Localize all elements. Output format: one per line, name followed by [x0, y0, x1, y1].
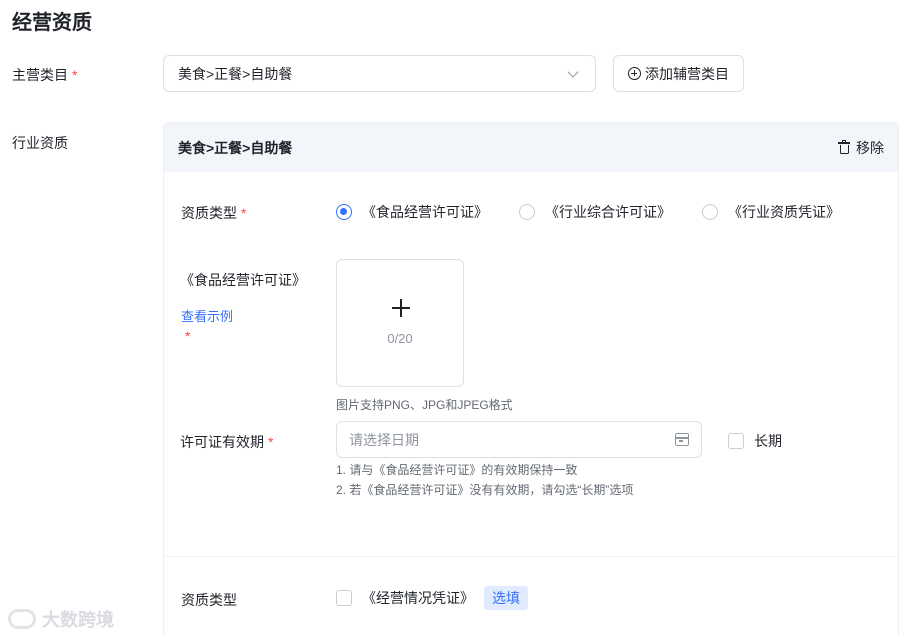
trash-icon — [838, 140, 850, 154]
panel-category: 美食>正餐>自助餐 — [178, 139, 293, 156]
long-term-label: 长期 — [754, 433, 782, 449]
secondary-type-label: 资质类型 — [181, 592, 237, 608]
add-secondary-category-button[interactable]: 添加辅营类目 — [613, 55, 744, 92]
qualification-type-label-text: 资质类型 — [181, 205, 237, 221]
watermark: 大数跨境 — [8, 606, 114, 632]
industry-qualification-panel: 美食>正餐>自助餐 移除 — [163, 122, 899, 635]
remove-label: 移除 — [856, 139, 884, 156]
optional-tag: 选填 — [484, 586, 528, 610]
date-placeholder: 请选择日期 — [349, 431, 419, 448]
panel-header: 美食>正餐>自助餐 移除 — [164, 123, 898, 172]
radio-industry-license[interactable]: 《行业综合许可证》 — [519, 202, 671, 222]
required-mark: * — [241, 205, 247, 221]
section-divider — [164, 556, 898, 557]
watermark-logo-icon — [8, 609, 36, 629]
business-status-option[interactable]: 《经营情况凭证》 选填 — [336, 586, 528, 610]
main-category-value: 美食>正餐>自助餐 — [178, 65, 293, 82]
add-secondary-category-label: 添加辅营类目 — [645, 65, 729, 82]
main-category-label: 主营类目 * — [12, 65, 77, 85]
license-upload-label: 《食品经营许可证》 — [180, 272, 306, 288]
radio-label: 《行业资质凭证》 — [728, 204, 840, 220]
business-status-label: 《经营情况凭证》 — [362, 590, 474, 606]
calendar-icon — [675, 433, 689, 446]
required-mark: * — [268, 434, 274, 450]
long-term-checkbox[interactable]: 长期 — [728, 431, 782, 451]
validity-note-2: 2. 若《食品经营许可证》没有有效期，请勾选“长期”选项 — [336, 483, 634, 497]
checkbox-box[interactable] — [728, 433, 744, 449]
validity-label: 许可证有效期 * — [180, 432, 273, 452]
plus-circle-icon — [628, 67, 641, 80]
checkbox-box[interactable] — [336, 590, 352, 606]
qualification-type-label: 资质类型 * — [181, 203, 246, 223]
plus-icon — [392, 299, 410, 317]
validity-note-1: 1. 请与《食品经营许可证》的有效期保持一致 — [336, 463, 578, 477]
radio-circle[interactable] — [336, 204, 352, 220]
industry-qualification-label: 行业资质 — [12, 135, 68, 151]
required-mark: * — [72, 67, 78, 83]
upload-format-hint: 图片支持PNG、JPG和JPEG格式 — [336, 398, 513, 412]
main-category-select[interactable]: 美食>正餐>自助餐 — [163, 55, 596, 92]
upload-count: 0/20 — [387, 331, 413, 346]
view-example-link[interactable]: 查看示例 — [181, 306, 233, 325]
chevron-down-icon — [567, 65, 579, 78]
radio-label: 《食品经营许可证》 — [362, 204, 488, 220]
radio-circle[interactable] — [702, 204, 718, 220]
remove-button[interactable]: 移除 — [838, 138, 884, 158]
validity-label-text: 许可证有效期 — [180, 434, 264, 450]
radio-label: 《行业综合许可证》 — [545, 204, 671, 220]
license-upload-box[interactable]: 0/20 — [336, 259, 464, 387]
validity-date-picker[interactable]: 请选择日期 — [336, 421, 702, 458]
radio-circle[interactable] — [519, 204, 535, 220]
watermark-text: 大数跨境 — [42, 610, 114, 630]
required-mark: * — [185, 328, 191, 344]
radio-food-license[interactable]: 《食品经营许可证》 — [336, 202, 488, 222]
radio-industry-certificate[interactable]: 《行业资质凭证》 — [702, 202, 840, 222]
page-title: 经营资质 — [12, 12, 92, 34]
main-category-label-text: 主营类目 — [12, 67, 68, 83]
